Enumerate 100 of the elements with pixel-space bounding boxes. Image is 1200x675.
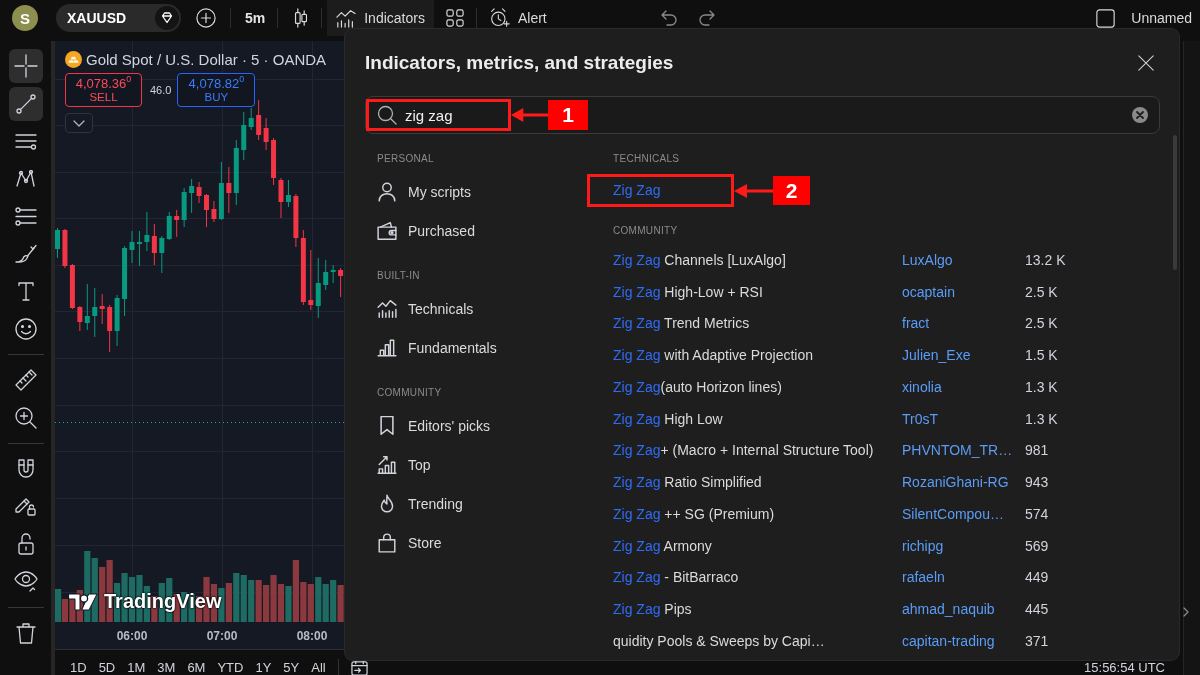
- range-button[interactable]: 3M: [151, 659, 182, 675]
- count-text: 574: [1025, 505, 1049, 522]
- script-name[interactable]: Zig Zag Channels [LuxAlgo]: [613, 251, 786, 268]
- script-name[interactable]: Zig Zag(auto Horizon lines): [613, 378, 782, 395]
- author-link[interactable]: RozaniGhani-RG: [902, 474, 1009, 491]
- buy-button[interactable]: 4,078.82$^{0}$ BUY: [177, 73, 256, 107]
- bar-chart-icon: [377, 337, 397, 358]
- lock-icon: [17, 533, 34, 556]
- interval-button[interactable]: 5m: [245, 10, 266, 26]
- count-text: 445: [1025, 601, 1049, 618]
- clear-icon[interactable]: [1132, 107, 1148, 123]
- alert-button[interactable]: Alert: [489, 8, 547, 28]
- author-link[interactable]: capitan-trading: [902, 632, 995, 649]
- author-link[interactable]: PHVNTOM_TR…: [902, 442, 1013, 459]
- section-heading: BUILT-IN: [377, 269, 420, 281]
- layout-button[interactable]: Unnamed: [1096, 8, 1200, 28]
- bar-chart-arrow-icon: [377, 454, 397, 475]
- category-item[interactable]: Purchased: [377, 211, 475, 250]
- range-button[interactable]: 1D: [64, 659, 93, 675]
- logo-text: TradingView: [104, 590, 222, 613]
- author-link[interactable]: richipg: [902, 537, 944, 554]
- author-link[interactable]: rafaeln: [902, 569, 945, 586]
- add-icon[interactable]: [196, 8, 216, 28]
- count-text: 1.3 K: [1025, 378, 1058, 395]
- range-button[interactable]: 6M: [181, 659, 212, 675]
- category-item[interactable]: Trending: [377, 484, 463, 523]
- crosshair-icon: [13, 54, 38, 78]
- count-text: 2.5 K: [1025, 283, 1058, 300]
- grid-icon[interactable]: [445, 9, 464, 27]
- range-button[interactable]: 1Y: [249, 659, 278, 675]
- count-text: 1.3 K: [1025, 410, 1058, 427]
- author-link[interactable]: xinolia: [902, 378, 942, 395]
- calendar-icon[interactable]: [350, 658, 368, 675]
- category-item[interactable]: Editors' picks: [377, 406, 491, 445]
- author-link[interactable]: Tr0sT: [902, 410, 939, 427]
- step-number: 1: [548, 100, 588, 130]
- brush-icon: [14, 244, 37, 264]
- script-name[interactable]: Zig Zag - BitBarraco: [613, 569, 739, 586]
- tool-button[interactable]: [8, 86, 43, 121]
- section-heading: COMMUNITY: [613, 224, 678, 236]
- coin-icon: [65, 50, 82, 68]
- zoom-in-icon: [14, 406, 37, 429]
- range-button[interactable]: YTD: [211, 659, 250, 675]
- author-link[interactable]: LuxAlgo: [902, 251, 953, 268]
- range-button[interactable]: 5Y: [277, 659, 306, 675]
- author-link[interactable]: ahmad_naquib: [902, 601, 995, 618]
- count-text: 13.2 K: [1025, 251, 1066, 268]
- category-item[interactable]: Top: [377, 445, 431, 484]
- section-heading: PERSONAL: [377, 152, 434, 164]
- author-link[interactable]: SilentCompou…: [902, 505, 1004, 522]
- arrow-icon: [511, 108, 548, 122]
- script-name[interactable]: Zig Zag ++ SG (Premium): [613, 505, 775, 522]
- count-text: 1.5 K: [1025, 347, 1058, 364]
- category-item[interactable]: My scripts: [377, 172, 471, 211]
- step-number: 2: [773, 176, 810, 205]
- script-name[interactable]: Zig Zag High Low: [613, 410, 723, 427]
- count-text: 449: [1025, 569, 1049, 586]
- square-icon: [1096, 8, 1116, 28]
- range-button[interactable]: 1M: [121, 659, 152, 675]
- clock-text: 15:56:54 UTC: [1084, 659, 1165, 675]
- category-item[interactable]: Store: [377, 523, 442, 562]
- script-name[interactable]: Zig Zag+ (Macro + Internal Structure Tool): [613, 442, 874, 459]
- dialog-title: Indicators, metrics, and strategies: [365, 52, 674, 74]
- range-button[interactable]: All: [305, 659, 332, 675]
- trash-icon: [15, 622, 36, 644]
- count-text: 2.5 K: [1025, 315, 1058, 332]
- author-link[interactable]: fract: [902, 315, 930, 332]
- category-item[interactable]: Technicals: [377, 289, 474, 328]
- script-name[interactable]: Zig Zag High-Low + RSI: [613, 283, 763, 300]
- script-name[interactable]: Zig Zag Ratio Simplified: [613, 474, 762, 491]
- script-name[interactable]: Zig Zag Trend Metrics: [613, 315, 750, 332]
- spread-value: 46.0: [150, 84, 172, 96]
- user-icon: [377, 181, 397, 202]
- category-item[interactable]: Fundamentals: [377, 328, 497, 367]
- chart-title: Gold Spot / U.S. Dollar · 5 · OANDA: [86, 50, 327, 68]
- count-text: 569: [1025, 537, 1049, 554]
- author-link[interactable]: ocaptain: [902, 283, 955, 300]
- wallet-icon: [377, 220, 397, 241]
- close-icon[interactable]: [1138, 55, 1154, 71]
- section-heading: COMMUNITY: [377, 386, 442, 398]
- author-link[interactable]: Julien_Exe: [902, 347, 971, 364]
- candles-icon[interactable]: [294, 8, 309, 28]
- chevron-right-icon[interactable]: [1183, 607, 1189, 617]
- alarm-clock-icon: [489, 8, 510, 28]
- symbol-button[interactable]: XAUUSD: [56, 4, 181, 32]
- trend-line-icon: [15, 93, 36, 114]
- range-button[interactable]: 5D: [92, 659, 122, 675]
- arrow-icon: [734, 183, 773, 198]
- bag-icon: [377, 532, 397, 553]
- count-text: 981: [1025, 442, 1049, 459]
- script-name[interactable]: quidity Pools & Sweeps by Capi…: [613, 632, 825, 649]
- time-label: 06:00: [116, 629, 148, 643]
- script-name[interactable]: Zig Zag with Adaptive Projection: [613, 347, 813, 364]
- tool-button[interactable]: [8, 49, 43, 83]
- script-name[interactable]: Zig Zag Armony: [613, 537, 712, 554]
- sell-button[interactable]: 4,078.36$^{0}$ SELL: [65, 73, 142, 107]
- redo-icon[interactable]: [698, 10, 717, 26]
- script-name[interactable]: Zig Zag Pips: [613, 601, 692, 618]
- chart-bars-icon: [377, 298, 397, 319]
- indicator-link[interactable]: Zig Zag: [613, 182, 661, 198]
